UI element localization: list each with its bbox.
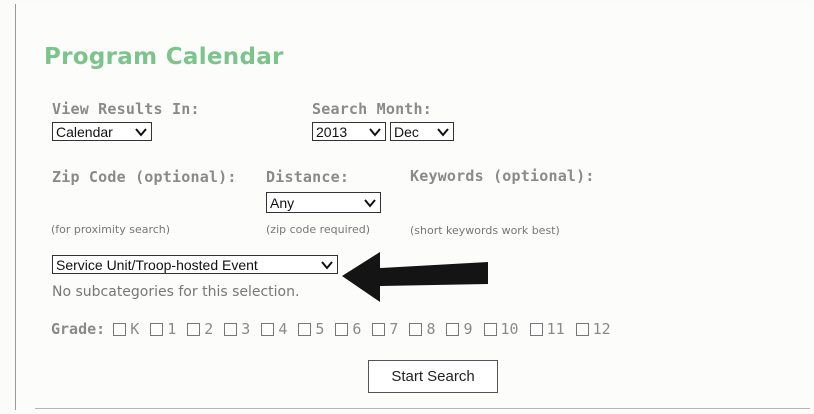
page-title: Program Calendar (44, 44, 284, 70)
keywords-input[interactable] (410, 192, 790, 212)
grade-option-6[interactable]: 6 (335, 320, 361, 338)
keywords-label: Keywords (optional): (410, 167, 595, 185)
distance-select[interactable]: Any (266, 192, 381, 213)
distance-hint: (zip code required) (266, 223, 371, 236)
grade-option-8[interactable]: 8 (409, 320, 435, 338)
grade-label: Grade: (51, 320, 106, 338)
chevron-down-icon (135, 127, 147, 137)
year-select[interactable]: 2013 (312, 122, 386, 141)
view-results-value: Calendar (56, 123, 113, 140)
category-select[interactable]: Service Unit/Troop-hosted Event (52, 255, 338, 274)
checkbox[interactable] (150, 322, 164, 336)
grade-option-4[interactable]: 4 (261, 320, 287, 338)
checkbox[interactable] (529, 322, 543, 336)
chevron-down-icon (321, 260, 333, 270)
search-month-label: Search Month: (312, 100, 432, 118)
month-value: Dec (394, 123, 419, 140)
grade-option-k[interactable]: K (113, 320, 139, 338)
distance-value: Any (270, 194, 295, 211)
chevron-down-icon (369, 127, 381, 137)
grade-option-9[interactable]: 9 (446, 320, 473, 338)
category-value: Service Unit/Troop-hosted Event (56, 256, 258, 273)
grade-option-7[interactable]: 7 (372, 320, 398, 338)
zip-code-label: Zip Code (optional): (52, 168, 237, 186)
checkbox[interactable] (224, 322, 238, 336)
grade-row: Grade: K 1 2 3 4 5 6 7 8 9 10 11 12 (51, 320, 622, 338)
grade-option-11[interactable]: 11 (529, 320, 565, 338)
checkbox[interactable] (446, 322, 460, 336)
view-results-label: View Results In: (52, 100, 200, 118)
checkbox[interactable] (113, 322, 127, 336)
keywords-hint: (short keywords work best) (410, 224, 560, 237)
month-select[interactable]: Dec (390, 122, 454, 141)
checkbox[interactable] (483, 322, 497, 336)
checkbox[interactable] (409, 322, 423, 336)
subcategory-note: No subcategories for this selection. (52, 284, 300, 300)
distance-label: Distance: (266, 168, 350, 186)
grade-option-2[interactable]: 2 (187, 320, 213, 338)
zip-code-input[interactable] (52, 192, 257, 212)
grade-option-10[interactable]: 10 (483, 320, 519, 338)
checkbox[interactable] (187, 322, 201, 336)
checkbox[interactable] (335, 322, 349, 336)
start-search-button[interactable]: Start Search (368, 360, 498, 393)
grade-option-3[interactable]: 3 (224, 320, 250, 338)
year-value: 2013 (316, 123, 348, 140)
divider (35, 408, 810, 409)
chevron-down-icon (364, 198, 376, 208)
checkbox[interactable] (298, 322, 312, 336)
chevron-down-icon (437, 127, 449, 137)
checkbox[interactable] (575, 322, 589, 336)
zip-code-hint: (for proximity search) (51, 223, 171, 236)
grade-option-5[interactable]: 5 (298, 320, 324, 338)
checkbox[interactable] (261, 322, 275, 336)
grade-option-12[interactable]: 12 (575, 320, 611, 338)
view-results-select[interactable]: Calendar (52, 122, 152, 141)
grade-option-1[interactable]: 1 (150, 320, 176, 338)
checkbox[interactable] (372, 322, 386, 336)
arrow-left-icon (342, 252, 488, 302)
